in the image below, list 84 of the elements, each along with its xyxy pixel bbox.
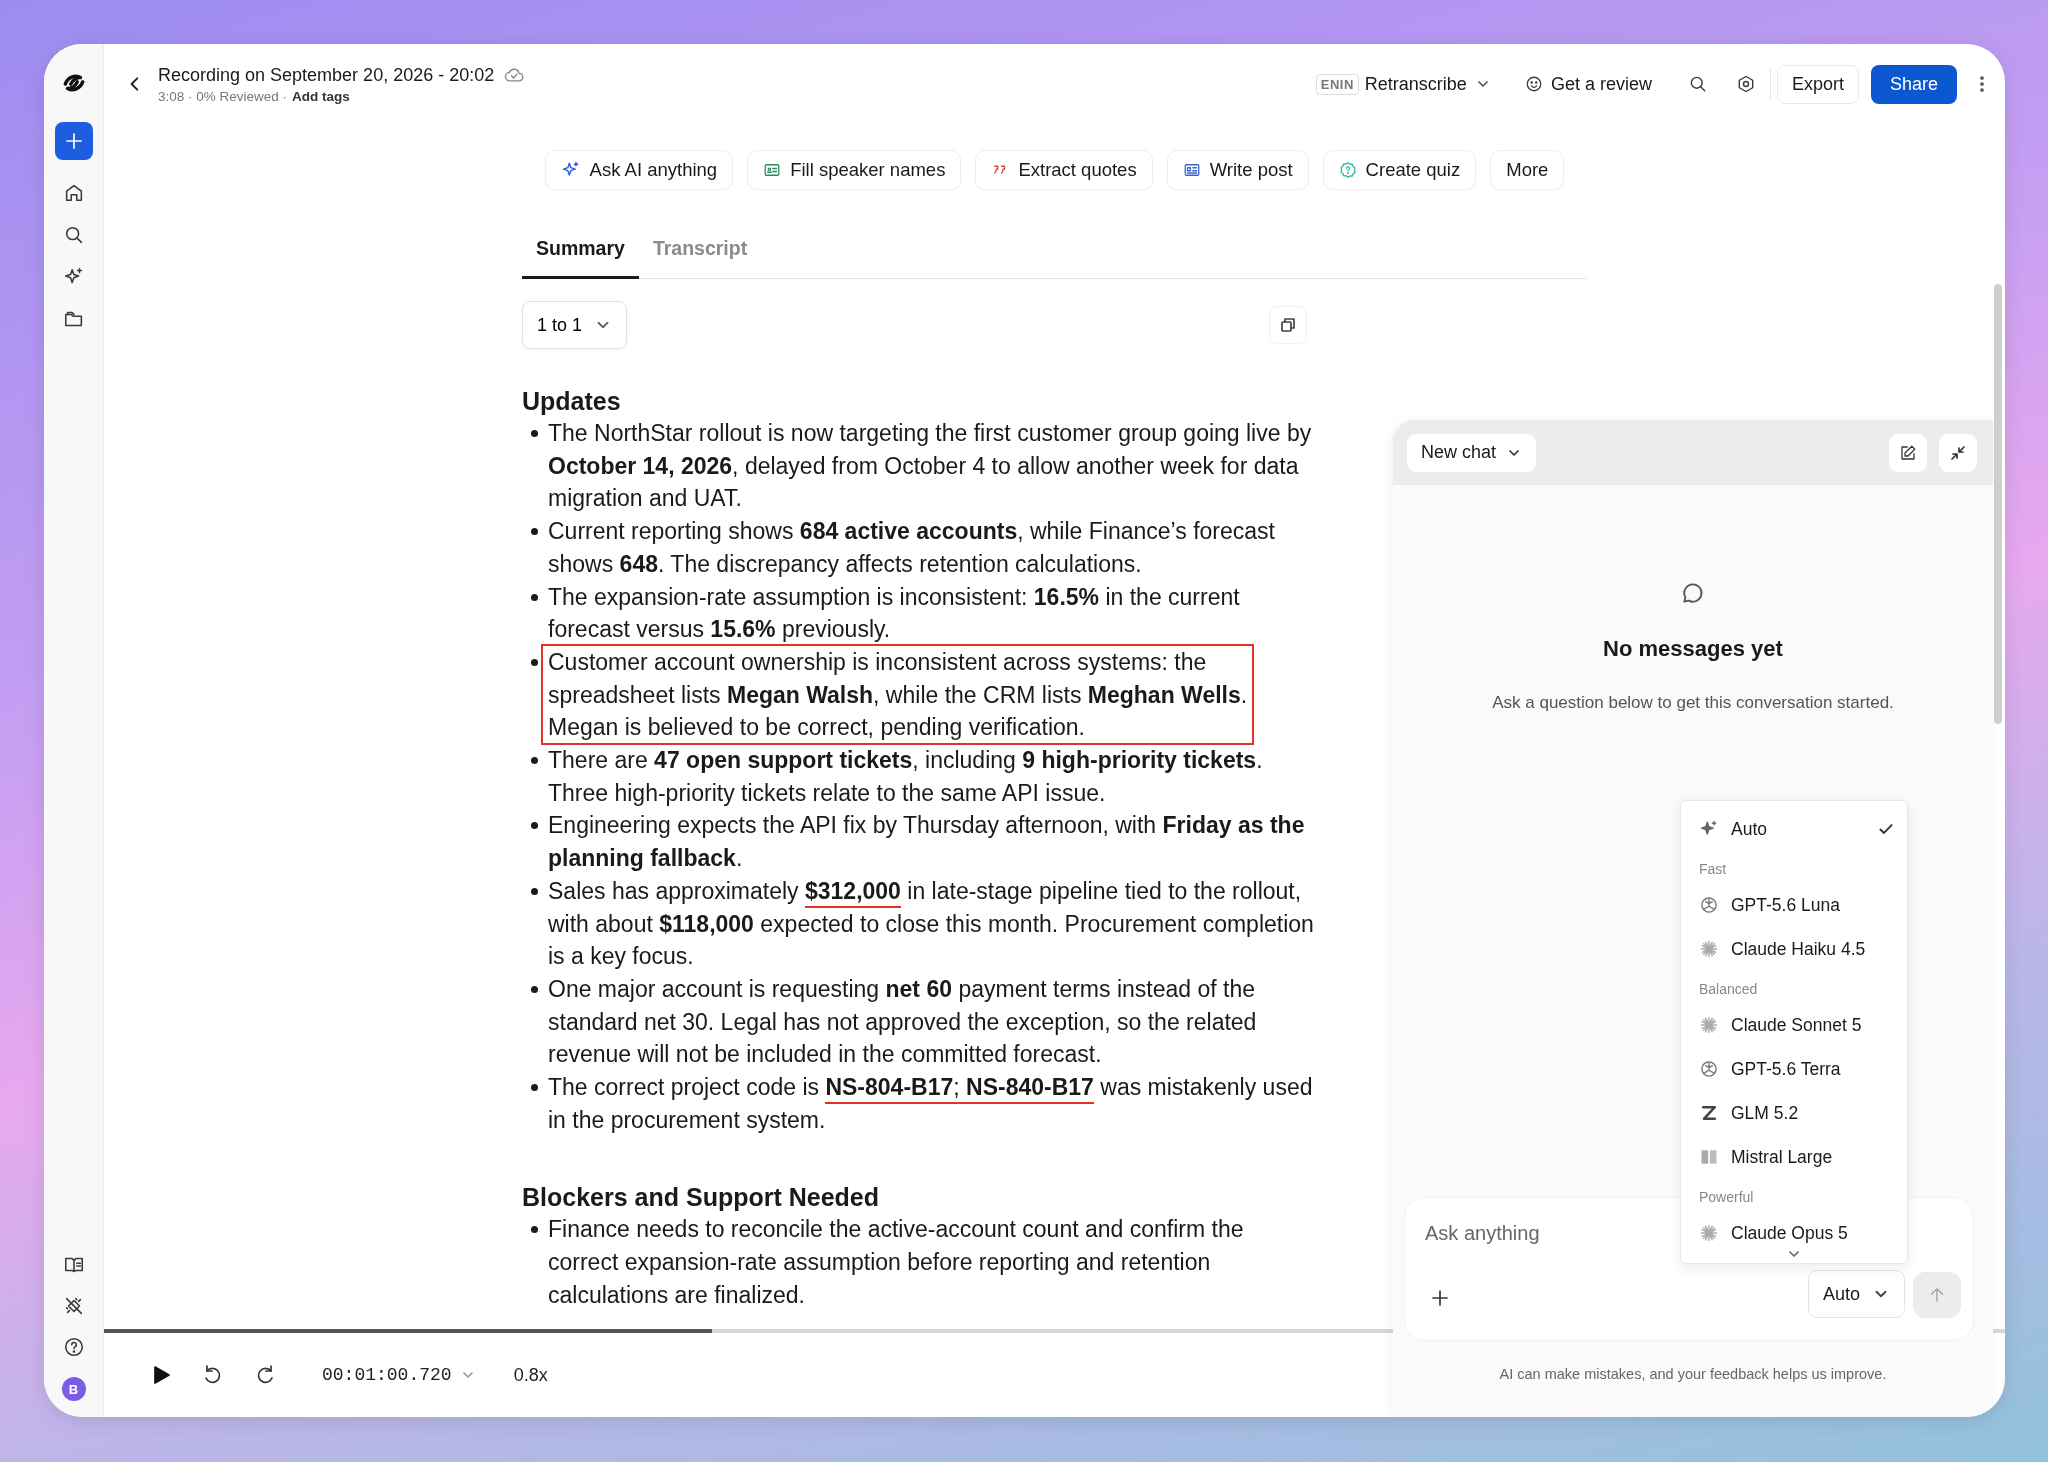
model-option[interactable]: Claude Haiku 4.5	[1681, 927, 1907, 971]
bullet-dot	[531, 822, 538, 830]
model-option[interactable]: Mistral Large	[1681, 1135, 1907, 1179]
compose-button[interactable]	[1889, 433, 1927, 472]
model-select[interactable]: Auto	[1807, 1270, 1905, 1318]
bullet-text: One major account is requesting net 60 payment terms instead of the standard net 30. Legal has not approved the exception, so the related revenue will not be included in the committed forecast.	[548, 974, 1258, 1070]
action-button[interactable]: Fill speaker names	[747, 150, 962, 190]
model-option[interactable]: GPT-5.6 Terra	[1681, 1047, 1907, 1091]
bullet-dot	[531, 593, 538, 601]
model-option[interactable]: GLM 5.2	[1681, 1091, 1907, 1135]
bullet-dot	[531, 658, 538, 666]
model-option[interactable]: Claude Sonnet 5	[1681, 1003, 1907, 1047]
model-option[interactable]: GPT-5.6 Luna	[1681, 883, 1907, 927]
bullet-dot	[531, 1226, 538, 1234]
share-button[interactable]: Share	[1870, 64, 1957, 104]
tab[interactable]: Summary	[522, 220, 639, 279]
bullet-text: Current reporting shows 684 active accounts, while Finance’s forecast shows 648. The discrepancy affects retention calculations.	[548, 517, 1276, 579]
question-badge-icon	[1338, 161, 1357, 179]
chat-input[interactable]: Ask anything	[1425, 1218, 1675, 1249]
attach-button[interactable]	[1430, 1288, 1450, 1308]
action-button[interactable]: Ask AI anything	[544, 150, 734, 190]
burst-icon	[1699, 1015, 1719, 1035]
bullet-text: The expansion-rate assumption is inconsistent: 16.5% in the current forecast versus 15.6% previously.	[548, 582, 1241, 645]
bullet-text: The NorthStar rollout is now targeting the first customer group going live by October 14, 2026, delayed from October 4 to allow another week for data migration and UAT.	[548, 419, 1313, 514]
user-avatar[interactable]: B	[61, 1377, 86, 1401]
collapse-button[interactable]	[1939, 433, 1977, 472]
new-button[interactable]	[54, 122, 93, 160]
plus-icon	[1430, 1288, 1450, 1308]
section-heading: Updates	[522, 386, 622, 417]
recording-title: Recording on September 20, 2026 - 20:02	[158, 64, 495, 86]
retranscribe-button[interactable]: Retranscribe	[1358, 69, 1497, 99]
scroll-down-icon	[1787, 1249, 1801, 1259]
arrow-up-icon	[1928, 1286, 1946, 1304]
burst-icon	[1699, 1223, 1719, 1243]
add-tags-link[interactable]: Add tags	[292, 88, 350, 104]
knot-icon	[1699, 1059, 1719, 1079]
cloud-check-icon	[504, 66, 525, 84]
bullet-text: Engineering expects the API fix by Thursday afternoon, with Friday as the planning fallback.	[548, 811, 1306, 874]
action-button[interactable]: Write post	[1166, 150, 1309, 190]
smiley-icon	[1524, 75, 1543, 93]
bullet-dot	[531, 430, 538, 437]
bullet-dot	[531, 985, 538, 993]
copy-button[interactable]	[1269, 306, 1307, 344]
zee-icon	[1699, 1103, 1719, 1123]
speed-button[interactable]: 0.8x	[513, 1364, 548, 1386]
template-select[interactable]: 1 to 1	[522, 301, 628, 349]
bars-icon	[1699, 1147, 1719, 1167]
bullet-text: Finance needs to reconcile the active-account count and confirm the correct expansion-rate assumption before reporting and retention calculations are finalized.	[548, 1215, 1245, 1310]
bullet-text: Sales has approximately $312,000 in late-stage pipeline tied to the rollout, with about $118,000 expected to close this month. Procurement completion is a key focus.	[548, 876, 1314, 972]
export-button[interactable]: Export	[1776, 64, 1859, 104]
bullet-text: Customer account ownership is inconsistent across systems: the spreadsheet lists Megan Walsh, while the CRM lists Meghan Wells. Megan is believed to be correct, pending verification.	[548, 645, 1314, 745]
group-label: Powerful	[1698, 1188, 1755, 1207]
empty-text: Ask a question below to get this conversation started.	[1492, 693, 1894, 713]
bullet-dot	[531, 1084, 538, 1092]
group-label: Balanced	[1698, 980, 1759, 999]
bullet-text: There are 47 open support tickets, including 9 high-priority tickets. Three high-priority tickets relate to the same API issue.	[548, 746, 1264, 808]
collapse-icon	[1950, 444, 1966, 461]
id-card-icon	[763, 161, 782, 179]
action-button[interactable]: More	[1490, 150, 1565, 190]
timestamp-select[interactable]: 00:01:00.720	[322, 1365, 476, 1385]
bullet-dot	[531, 887, 538, 895]
more-icon[interactable]	[1979, 75, 1985, 93]
recording-meta: 3:08 · 0% Reviewed ·	[158, 88, 288, 104]
copy-icon	[1280, 317, 1296, 333]
burst-icon	[1699, 939, 1719, 959]
language-badge: ENIN	[1315, 73, 1359, 95]
action-button[interactable]: Create quiz	[1322, 150, 1477, 190]
action-button[interactable]: Extract quotes	[975, 150, 1153, 190]
section-heading: Blockers and Support Needed	[522, 1182, 881, 1214]
group-label: Fast	[1698, 860, 1728, 879]
knot-icon	[1699, 895, 1719, 915]
model-option[interactable]: Auto	[1681, 807, 1907, 851]
empty-title: No messages yet	[1603, 636, 1783, 662]
model-option[interactable]: Claude Opus 5	[1681, 1211, 1907, 1255]
bullet-dot	[531, 757, 538, 765]
review-button[interactable]: Get a review	[1518, 69, 1658, 99]
disclaimer: AI can make mistakes, and your feedback helps us improve.	[1498, 1366, 1888, 1382]
help-icon[interactable]	[62, 1336, 85, 1358]
bullet-dot	[531, 528, 538, 536]
plus-icon	[63, 131, 84, 151]
new-chat-button[interactable]: New chat	[1407, 433, 1537, 472]
document-icon	[1182, 161, 1201, 179]
edit-icon	[1899, 443, 1917, 462]
bullet-text: The correct project code is NS-804-B17; NS-840-B17 was mistakenly used in the procurement system.	[548, 1073, 1314, 1135]
